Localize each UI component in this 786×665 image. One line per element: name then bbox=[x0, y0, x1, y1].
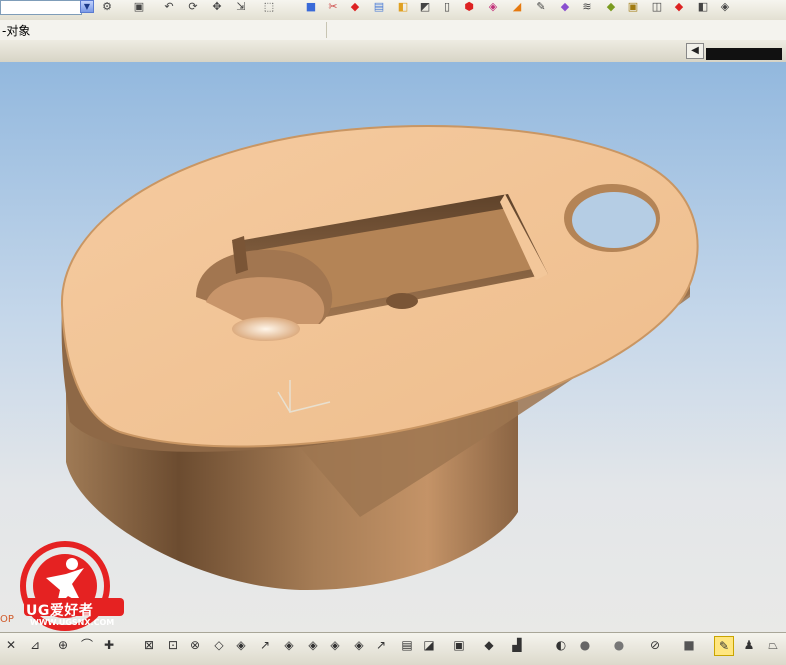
color-icon[interactable]: ⬢ bbox=[462, 0, 476, 13]
shade-sphere-icon[interactable]: ◐ bbox=[552, 636, 570, 654]
palette-icon[interactable]: ◫ bbox=[650, 0, 664, 13]
watermark-url: WWW.UGSNX.COM bbox=[30, 618, 115, 627]
box-icon[interactable]: ▤ bbox=[372, 0, 386, 13]
person-icon[interactable]: ♟ bbox=[740, 636, 758, 654]
through-hole bbox=[572, 192, 656, 248]
extrude-icon[interactable]: ◧ bbox=[396, 0, 410, 13]
rotate-icon[interactable]: ⟳ bbox=[186, 0, 200, 13]
move-icon[interactable]: ⇲ bbox=[234, 0, 248, 13]
eraser-icon[interactable]: ◢ bbox=[510, 0, 524, 13]
snap-quad-icon[interactable]: ⌒ bbox=[78, 636, 96, 654]
snap-edge-icon[interactable]: ◈ bbox=[326, 636, 344, 654]
diamond-icon[interactable]: ◆ bbox=[672, 0, 686, 13]
scroll-left-button[interactable]: ◀ bbox=[686, 43, 704, 59]
layer-icon[interactable]: ◆ bbox=[558, 0, 572, 13]
ruler-icon[interactable]: ▤ bbox=[398, 636, 416, 654]
panel-header-bar bbox=[0, 40, 786, 63]
main-toolbar: ▼ ⚙ ▣ ↶ ⟳ ✥ ⇲ ⬚ ■ ✂ ◆ ▤ ◧ ◩ ▯ ⬢ ◈ ◢ ✎ ◆ … bbox=[0, 0, 786, 21]
edit-icon[interactable]: ✎ bbox=[534, 0, 548, 13]
snap-icon[interactable]: ▣ bbox=[132, 0, 146, 13]
view-cube-icon[interactable]: ◆ bbox=[480, 636, 498, 654]
scroll-track[interactable] bbox=[706, 48, 782, 60]
snap-point-icon[interactable]: ✚ bbox=[100, 636, 118, 654]
doc-icon[interactable]: ▯ bbox=[440, 0, 454, 13]
filter-label: -对象 bbox=[2, 24, 31, 38]
stack-icon[interactable]: ≋ bbox=[580, 0, 594, 13]
select-box-icon[interactable]: ⬚ bbox=[262, 0, 276, 13]
trapezoid-icon[interactable]: ⏢ bbox=[764, 636, 782, 654]
red-solid-icon[interactable]: ◆ bbox=[348, 0, 362, 13]
snap-tangent-icon[interactable]: ⊡ bbox=[164, 636, 182, 654]
blend-icon[interactable]: ▣ bbox=[626, 0, 640, 13]
dot-icon[interactable]: ● bbox=[610, 636, 628, 654]
snap-mid-icon[interactable]: ⊿ bbox=[26, 636, 44, 654]
layer-visibility-icon[interactable]: ▣ bbox=[450, 636, 468, 654]
filter-bar: -对象 bbox=[0, 20, 786, 41]
cut-icon[interactable]: ✂ bbox=[326, 0, 340, 13]
separator bbox=[326, 22, 327, 38]
undo-icon[interactable]: ↶ bbox=[162, 0, 176, 13]
selection-filter-combo[interactable] bbox=[0, 0, 82, 15]
shade-icon[interactable]: ◈ bbox=[486, 0, 500, 13]
snap-axis-icon[interactable]: ↗ bbox=[372, 636, 390, 654]
snap-pole-icon[interactable]: ⊗ bbox=[186, 636, 204, 654]
snap-vertex-icon[interactable]: ◈ bbox=[350, 636, 368, 654]
sheet-icon[interactable]: ◧ bbox=[696, 0, 710, 13]
wire-icon[interactable]: ◆ bbox=[604, 0, 618, 13]
op-label: OP bbox=[0, 614, 14, 625]
cube-icon[interactable]: ■ bbox=[304, 0, 318, 13]
snap-bound-icon[interactable]: ◈ bbox=[280, 636, 298, 654]
small-hole bbox=[386, 293, 418, 309]
snap-curve-icon[interactable]: ◈ bbox=[232, 636, 250, 654]
highlight-icon[interactable]: ✎ bbox=[714, 636, 734, 656]
coordinate-icon[interactable]: ▟ bbox=[508, 636, 526, 654]
measure-icon[interactable]: ◪ bbox=[420, 636, 438, 654]
snap-grid-icon[interactable]: ◈ bbox=[304, 636, 322, 654]
shell-icon[interactable]: ◩ bbox=[418, 0, 432, 13]
combo-dropdown-button[interactable]: ▼ bbox=[80, 0, 94, 13]
tool-icon[interactable]: ⚙ bbox=[100, 0, 114, 13]
pan-icon[interactable]: ✥ bbox=[210, 0, 224, 13]
snap-center-icon[interactable]: ⊕ bbox=[54, 636, 72, 654]
snap-face-icon[interactable]: ◇ bbox=[210, 636, 228, 654]
snap-endpoint-icon[interactable]: ✕ bbox=[2, 636, 20, 654]
circle-icon[interactable]: ● bbox=[576, 636, 594, 654]
counterbore-hole bbox=[232, 317, 300, 341]
no-entry-icon[interactable]: ⊘ bbox=[646, 636, 664, 654]
snap-intersect-icon[interactable]: ⊠ bbox=[140, 636, 158, 654]
watermark-title: UG爱好者 bbox=[26, 603, 94, 619]
square-fill-icon[interactable]: ■ bbox=[680, 636, 698, 654]
gear-icon[interactable]: ◈ bbox=[718, 0, 732, 13]
snap-arc-icon[interactable]: ↗ bbox=[256, 636, 274, 654]
